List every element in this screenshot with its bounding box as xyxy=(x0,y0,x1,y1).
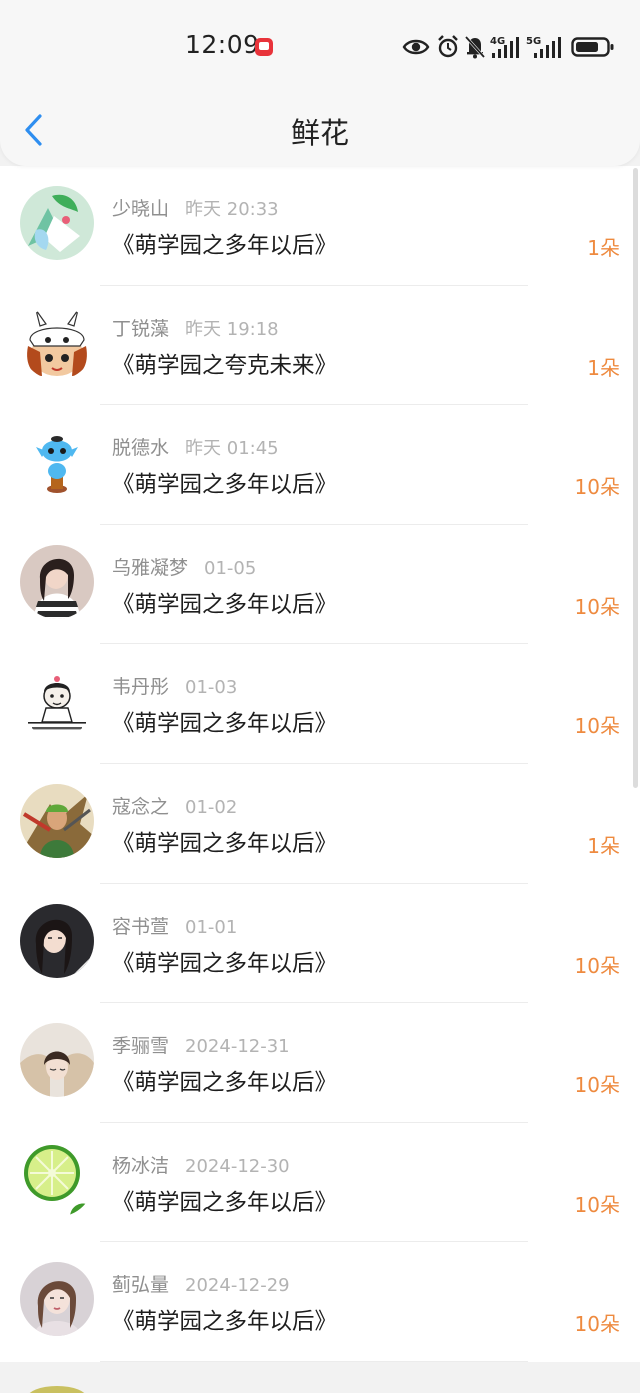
flower-count: 10朵 xyxy=(574,1192,620,1217)
scrollbar[interactable] xyxy=(633,168,638,788)
flower-count: 10朵 xyxy=(574,953,620,978)
sender-name: 寇念之 01-02 xyxy=(112,792,237,819)
book-title: 《萌学园之多年以后》 xyxy=(112,591,338,618)
navigation-bar: 鲜花 xyxy=(0,96,640,166)
sender-name-text: 乌雅凝梦 xyxy=(112,556,189,579)
list-item[interactable]: 蓟弘量 2024-12-29 《萌学园之多年以后》 10朵 xyxy=(0,1242,640,1362)
book-title: 《萌学园之夸克未来》 xyxy=(112,352,338,379)
send-time: 01-02 xyxy=(185,796,238,818)
flower-count: 10朵 xyxy=(574,1312,620,1337)
flower-count: 10朵 xyxy=(574,594,620,619)
sender-name: 脱德水 昨天 01:45 xyxy=(112,433,279,460)
alarm-icon xyxy=(438,35,458,58)
list-item[interactable]: 容书萱 01-01 《萌学园之多年以后》 10朵 xyxy=(0,884,640,1004)
sender-name-text: 季骊雪 xyxy=(112,1035,170,1058)
status-time: 12:09 xyxy=(185,30,260,59)
sender-name: 蓟弘量 2024-12-29 xyxy=(112,1270,290,1297)
flower-record-list: 少晓山 昨天 20:33 《萌学园之多年以后》 1朵 丁锐藻 昨天 19:18 《萌… xyxy=(0,166,640,1362)
list-item[interactable]: 季骊雪 2024-12-31 《萌学园之多年以后》 10朵 xyxy=(0,1003,640,1123)
anime-avatar xyxy=(20,186,94,260)
lime-avatar xyxy=(20,1142,94,1217)
photo-avatar xyxy=(20,903,94,978)
app-notification-icon xyxy=(255,38,273,56)
status-bar: 12:09 4G 5G xyxy=(0,0,640,96)
book-title: 《萌学园之多年以后》 xyxy=(112,233,338,259)
send-time: 昨天 01:45 xyxy=(185,438,279,460)
flower-count: 1朵 xyxy=(587,355,620,380)
send-time: 昨天 19:18 xyxy=(185,318,279,340)
sender-name-text: 寇念之 xyxy=(112,795,170,818)
book-title: 《萌学园之多年以后》 xyxy=(112,950,338,977)
mute-icon xyxy=(464,35,486,59)
send-time: 01-03 xyxy=(185,677,238,699)
list-item[interactable]: 丁锐藻 昨天 19:18 《萌学园之夸克未来》 1朵 xyxy=(0,286,640,406)
book-title: 《萌学园之多年以后》 xyxy=(112,1309,338,1336)
send-time: 昨天 20:33 xyxy=(185,199,279,220)
book-title: 《萌学园之多年以后》 xyxy=(112,830,338,857)
list-item[interactable]: 杨冰洁 2024-12-30 《萌学园之多年以后》 10朵 xyxy=(0,1123,640,1243)
list-item[interactable]: 乌雅凝梦 01-05 《萌学园之多年以后》 10朵 xyxy=(0,525,640,645)
list-item[interactable]: 少晓山 昨天 20:33 《萌学园之多年以后》 1朵 xyxy=(0,166,640,286)
sender-name: 季骊雪 2024-12-31 xyxy=(112,1031,290,1058)
list-item[interactable]: 脱德水 昨天 01:45 《萌学园之多年以后》 10朵 xyxy=(0,405,640,525)
flower-count: 1朵 xyxy=(587,833,620,858)
bunny-cartoon-avatar xyxy=(20,305,94,380)
list-item[interactable]: 韦丹彤 01-03 《萌学园之多年以后》 10朵 xyxy=(0,644,640,764)
sender-name-text: 容书萱 xyxy=(112,915,170,938)
svg-text:4G: 4G xyxy=(490,36,505,47)
book-title: 《萌学园之多年以后》 xyxy=(112,472,338,499)
eye-icon xyxy=(402,39,430,55)
sender-name: 容书萱 01-01 xyxy=(112,912,237,939)
blue-figure-avatar xyxy=(20,425,94,500)
flower-count: 10朵 xyxy=(574,475,620,500)
sender-name-text: 杨冰洁 xyxy=(112,1154,170,1177)
battery-icon xyxy=(571,37,614,57)
send-time: 01-05 xyxy=(204,557,257,579)
photo-avatar xyxy=(20,1023,94,1098)
flower-count: 10朵 xyxy=(574,1073,620,1098)
list-item[interactable]: 寇念之 01-02 《萌学园之多年以后》 1朵 xyxy=(0,764,640,884)
page-title: 鲜花 xyxy=(290,116,349,150)
sender-name-text: 韦丹彤 xyxy=(112,676,170,699)
sender-name: 韦丹彤 01-03 xyxy=(112,672,237,699)
sender-name-text: 蓟弘量 xyxy=(112,1274,170,1297)
sender-name: 少晓山 昨天 20:33 xyxy=(112,194,279,221)
book-title: 《萌学园之多年以后》 xyxy=(112,1070,338,1097)
sketch-avatar xyxy=(20,664,94,739)
book-title: 《萌学园之多年以后》 xyxy=(112,1189,338,1216)
send-time: 2024-12-31 xyxy=(185,1036,290,1058)
send-time: 2024-12-29 xyxy=(185,1275,290,1297)
sender-name: 丁锐藻 昨天 19:18 xyxy=(112,314,279,341)
sender-name-text: 脱德水 xyxy=(112,437,170,460)
sender-name: 杨冰洁 2024-12-30 xyxy=(112,1151,290,1178)
send-time: 2024-12-30 xyxy=(185,1155,290,1177)
signal-4g-icon: 4G xyxy=(490,36,519,58)
photo-avatar xyxy=(20,544,94,619)
divider xyxy=(100,1360,528,1362)
book-title: 《萌学园之多年以后》 xyxy=(112,711,338,738)
send-time: 01-01 xyxy=(185,916,238,938)
sender-name: 乌雅凝梦 01-05 xyxy=(112,553,256,580)
svg-text:5G: 5G xyxy=(526,36,541,47)
sender-name-text: 丁锐藻 xyxy=(112,317,170,340)
flower-count: 10朵 xyxy=(574,714,620,739)
sender-name-text: 少晓山 xyxy=(112,198,170,220)
partial-avatar xyxy=(20,1381,94,1393)
top-bar: 12:09 4G 5G 鲜花 xyxy=(0,0,640,166)
flower-count: 1朵 xyxy=(587,236,620,260)
signal-5g-icon: 5G xyxy=(526,36,561,58)
anime-warrior-avatar xyxy=(20,783,94,858)
photo-avatar xyxy=(20,1262,94,1337)
